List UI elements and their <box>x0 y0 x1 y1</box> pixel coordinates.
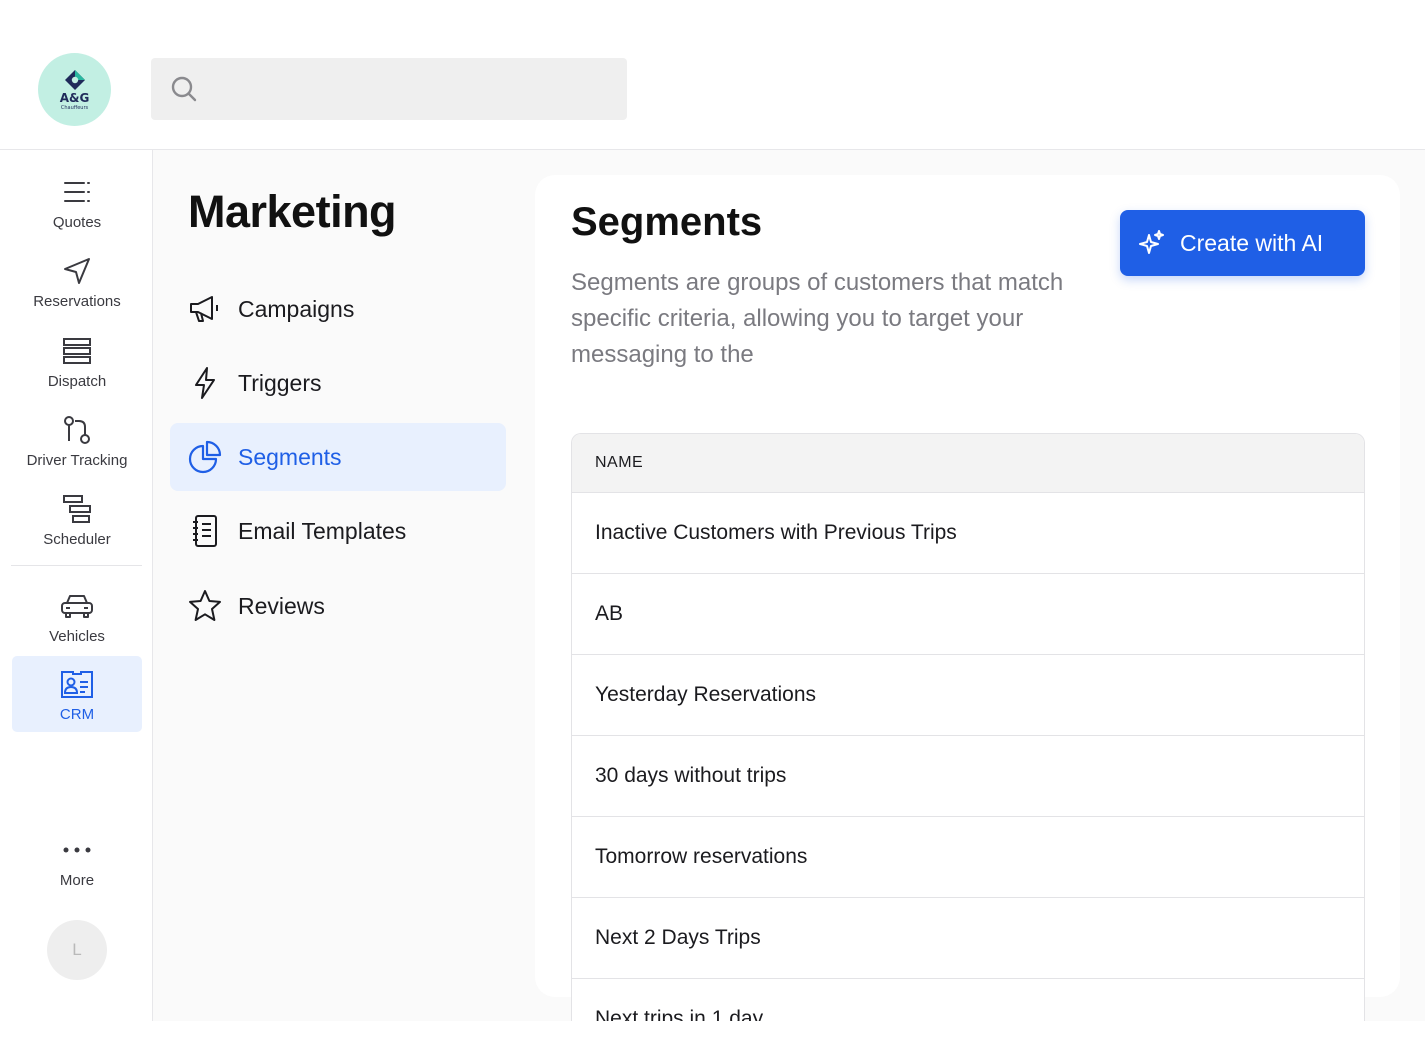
segments-table: NAME Inactive Customers with Previous Tr… <box>571 433 1365 1021</box>
nav-item-dispatch[interactable]: Dispatch <box>12 323 142 395</box>
subnav-label-email-templates: Email Templates <box>238 517 407 544</box>
nav-label-quotes: Quotes <box>52 214 102 231</box>
subnav-label-campaigns: Campaigns <box>238 295 355 322</box>
table-row[interactable]: Next 2 Days Trips <box>572 898 1364 979</box>
search-icon <box>171 76 197 102</box>
megaphone-icon <box>190 296 218 322</box>
create-with-ai-button[interactable]: Create with AI <box>1120 210 1365 276</box>
subnav-label-segments: Segments <box>238 443 342 470</box>
route-icon <box>64 416 90 444</box>
logo-name: A&G <box>59 90 90 105</box>
nav-item-more[interactable]: More <box>12 822 142 894</box>
subnav-item-triggers[interactable]: Triggers <box>170 349 506 417</box>
nav-item-scheduler[interactable]: Scheduler <box>12 481 142 553</box>
nav-item-quotes[interactable]: Quotes <box>12 164 142 236</box>
nav-item-driver-tracking[interactable]: Driver Tracking <box>12 402 142 474</box>
table-row[interactable]: Next trips in 1 day <box>572 979 1364 1021</box>
stack-icon <box>63 338 91 364</box>
create-with-ai-label: Create with AI <box>1180 229 1324 256</box>
gantt-icon <box>63 495 91 523</box>
nav-label-more: More <box>59 872 95 889</box>
pie-chart-icon <box>188 440 222 474</box>
nav-label-driver-tracking: Driver Tracking <box>26 452 128 469</box>
search-bar[interactable] <box>151 58 627 120</box>
subnav-label-reviews: Reviews <box>238 592 325 619</box>
segments-description: Segments are groups of customers that ma… <box>571 269 1064 368</box>
lightning-icon <box>195 367 215 399</box>
nav-label-vehicles: Vehicles <box>49 628 105 645</box>
nav-divider <box>11 565 142 566</box>
company-logo[interactable]: A&G Chauffeurs <box>38 53 111 126</box>
contact-card-icon <box>61 671 93 698</box>
page-title: Marketing <box>188 186 397 237</box>
nav-item-reservations[interactable]: Reservations <box>12 243 142 315</box>
search-input[interactable] <box>210 58 627 120</box>
notebook-icon <box>193 515 217 547</box>
subnav-item-segments[interactable]: Segments <box>170 423 506 491</box>
table-header-name: NAME <box>572 434 1364 493</box>
table-row[interactable]: Yesterday Reservations <box>572 655 1364 736</box>
logo-tagline: Chauffeurs <box>60 104 89 111</box>
send-arrow-icon <box>64 258 90 284</box>
table-row[interactable]: AB <box>572 574 1364 655</box>
nav-label-scheduler: Scheduler <box>43 531 111 548</box>
nav-item-crm[interactable]: CRM <box>12 656 142 732</box>
sparkles-icon <box>1139 230 1164 254</box>
user-avatar[interactable]: L <box>47 920 107 980</box>
nav-label-dispatch: Dispatch <box>47 373 107 390</box>
nav-item-vehicles[interactable]: Vehicles <box>12 578 142 650</box>
subnav-item-email-templates[interactable]: Email Templates <box>170 497 506 565</box>
main-sidebar: Quotes Reservations Dispatch Driver Trac… <box>0 150 153 1021</box>
segments-title: Segments <box>571 200 763 244</box>
top-bar: A&G Chauffeurs <box>0 0 1425 150</box>
table-row[interactable]: 30 days without trips <box>572 736 1364 817</box>
table-row[interactable]: Tomorrow reservations <box>572 817 1364 898</box>
more-dots-icon <box>63 847 91 853</box>
logo-mark-icon <box>64 69 85 90</box>
subnav-item-campaigns[interactable]: Campaigns <box>170 275 506 343</box>
nav-label-reservations: Reservations <box>33 293 121 310</box>
car-icon <box>61 595 93 618</box>
subnav-item-reviews[interactable]: Reviews <box>170 572 506 640</box>
table-row[interactable]: Inactive Customers with Previous Trips <box>572 493 1364 574</box>
nav-label-crm: CRM <box>59 706 95 723</box>
subnav-label-triggers: Triggers <box>238 369 322 396</box>
star-icon <box>189 590 221 621</box>
quotes-list-icon <box>64 182 90 202</box>
